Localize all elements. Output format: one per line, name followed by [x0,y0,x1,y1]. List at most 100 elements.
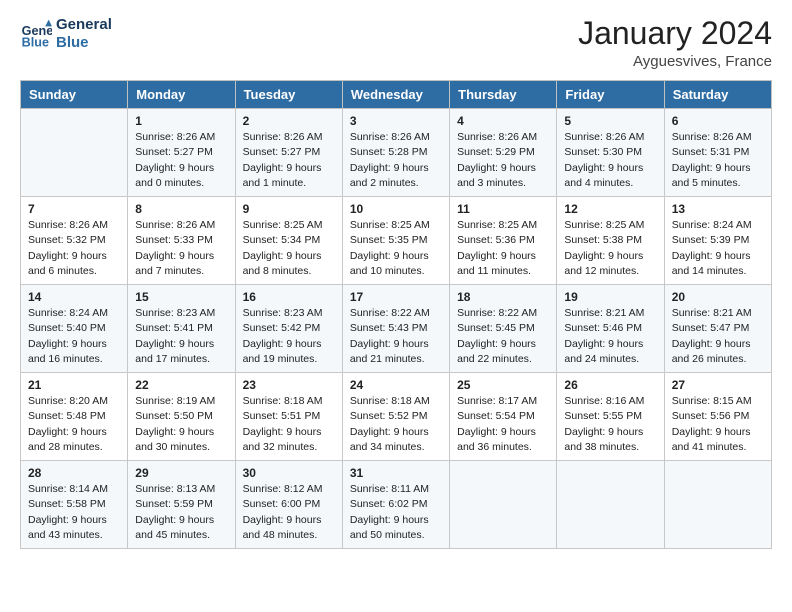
day-number: 23 [243,378,335,392]
svg-text:Blue: Blue [22,36,49,50]
day-number: 4 [457,114,549,128]
calendar-cell [557,461,664,549]
day-number: 26 [564,378,656,392]
day-info: Sunrise: 8:21 AM Sunset: 5:47 PM Dayligh… [672,306,764,367]
day-info: Sunrise: 8:16 AM Sunset: 5:55 PM Dayligh… [564,394,656,455]
calendar-cell: 28 Sunrise: 8:14 AM Sunset: 5:58 PM Dayli… [21,461,128,549]
day-info: Sunrise: 8:26 AM Sunset: 5:33 PM Dayligh… [135,218,227,279]
calendar-cell [664,461,771,549]
day-info: Sunrise: 8:20 AM Sunset: 5:48 PM Dayligh… [28,394,120,455]
day-number: 25 [457,378,549,392]
calendar-cell: 31 Sunrise: 8:11 AM Sunset: 6:02 PM Dayli… [342,461,449,549]
calendar-cell: 8 Sunrise: 8:26 AM Sunset: 5:33 PM Daylig… [128,197,235,285]
day-info: Sunrise: 8:14 AM Sunset: 5:58 PM Dayligh… [28,482,120,543]
day-info: Sunrise: 8:26 AM Sunset: 5:27 PM Dayligh… [135,130,227,191]
day-number: 9 [243,202,335,216]
day-info: Sunrise: 8:21 AM Sunset: 5:46 PM Dayligh… [564,306,656,367]
calendar-cell: 26 Sunrise: 8:16 AM Sunset: 5:55 PM Dayli… [557,373,664,461]
day-info: Sunrise: 8:24 AM Sunset: 5:40 PM Dayligh… [28,306,120,367]
day-info: Sunrise: 8:18 AM Sunset: 5:52 PM Dayligh… [350,394,442,455]
calendar-cell: 27 Sunrise: 8:15 AM Sunset: 5:56 PM Dayli… [664,373,771,461]
day-number: 15 [135,290,227,304]
day-number: 12 [564,202,656,216]
week-row-4: 21 Sunrise: 8:20 AM Sunset: 5:48 PM Dayli… [21,373,772,461]
calendar-cell: 2 Sunrise: 8:26 AM Sunset: 5:27 PM Daylig… [235,109,342,197]
day-info: Sunrise: 8:22 AM Sunset: 5:43 PM Dayligh… [350,306,442,367]
day-info: Sunrise: 8:18 AM Sunset: 5:51 PM Dayligh… [243,394,335,455]
day-info: Sunrise: 8:13 AM Sunset: 5:59 PM Dayligh… [135,482,227,543]
logo: General Blue General Blue [20,16,112,52]
day-info: Sunrise: 8:26 AM Sunset: 5:31 PM Dayligh… [672,130,764,191]
day-number: 18 [457,290,549,304]
day-info: Sunrise: 8:25 AM Sunset: 5:38 PM Dayligh… [564,218,656,279]
calendar-cell: 17 Sunrise: 8:22 AM Sunset: 5:43 PM Dayli… [342,285,449,373]
day-number: 21 [28,378,120,392]
day-number: 22 [135,378,227,392]
day-info: Sunrise: 8:15 AM Sunset: 5:56 PM Dayligh… [672,394,764,455]
calendar-cell: 19Sunrise: 8:21 AM Sunset: 5:46 PM Dayli… [557,285,664,373]
day-number: 7 [28,202,120,216]
day-info: Sunrise: 8:26 AM Sunset: 5:32 PM Dayligh… [28,218,120,279]
week-row-1: 1 Sunrise: 8:26 AM Sunset: 5:27 PM Daylig… [21,109,772,197]
day-header-monday: Monday [128,81,235,109]
day-header-wednesday: Wednesday [342,81,449,109]
day-info: Sunrise: 8:19 AM Sunset: 5:50 PM Dayligh… [135,394,227,455]
week-row-2: 7 Sunrise: 8:26 AM Sunset: 5:32 PM Daylig… [21,197,772,285]
day-number: 24 [350,378,442,392]
logo-blue: Blue [56,34,112,52]
day-number: 27 [672,378,764,392]
day-header-thursday: Thursday [450,81,557,109]
month-title: January 2024 [578,16,772,51]
day-info: Sunrise: 8:12 AM Sunset: 6:00 PM Dayligh… [243,482,335,543]
logo-icon: General Blue [20,18,52,50]
calendar-cell [450,461,557,549]
day-number: 1 [135,114,227,128]
calendar-cell [21,109,128,197]
day-number: 3 [350,114,442,128]
day-info: Sunrise: 8:24 AM Sunset: 5:39 PM Dayligh… [672,218,764,279]
calendar-cell: 23 Sunrise: 8:18 AM Sunset: 5:51 PM Dayli… [235,373,342,461]
calendar-cell: 5Sunrise: 8:26 AM Sunset: 5:30 PM Daylig… [557,109,664,197]
day-header-sunday: Sunday [21,81,128,109]
day-number: 6 [672,114,764,128]
day-number: 2 [243,114,335,128]
day-info: Sunrise: 8:22 AM Sunset: 5:45 PM Dayligh… [457,306,549,367]
calendar-table: SundayMondayTuesdayWednesdayThursdayFrid… [20,80,772,549]
day-number: 14 [28,290,120,304]
day-info: Sunrise: 8:17 AM Sunset: 5:54 PM Dayligh… [457,394,549,455]
calendar-cell: 12 Sunrise: 8:25 AM Sunset: 5:38 PM Dayli… [557,197,664,285]
week-row-5: 28 Sunrise: 8:14 AM Sunset: 5:58 PM Dayli… [21,461,772,549]
day-info: Sunrise: 8:26 AM Sunset: 5:27 PM Dayligh… [243,130,335,191]
calendar-cell: 15 Sunrise: 8:23 AM Sunset: 5:41 PM Dayli… [128,285,235,373]
day-number: 16 [243,290,335,304]
calendar-cell: 1 Sunrise: 8:26 AM Sunset: 5:27 PM Daylig… [128,109,235,197]
day-info: Sunrise: 8:23 AM Sunset: 5:41 PM Dayligh… [135,306,227,367]
day-number: 28 [28,466,120,480]
calendar-cell: 7 Sunrise: 8:26 AM Sunset: 5:32 PM Daylig… [21,197,128,285]
day-number: 10 [350,202,442,216]
day-header-friday: Friday [557,81,664,109]
location: Ayguesvives, France [578,53,772,70]
day-info: Sunrise: 8:23 AM Sunset: 5:42 PM Dayligh… [243,306,335,367]
week-row-3: 14 Sunrise: 8:24 AM Sunset: 5:40 PM Dayli… [21,285,772,373]
day-info: Sunrise: 8:11 AM Sunset: 6:02 PM Dayligh… [350,482,442,543]
logo-general: General [56,16,112,34]
day-header-tuesday: Tuesday [235,81,342,109]
day-number: 13 [672,202,764,216]
day-info: Sunrise: 8:25 AM Sunset: 5:36 PM Dayligh… [457,218,549,279]
day-number: 31 [350,466,442,480]
calendar-cell: 25 Sunrise: 8:17 AM Sunset: 5:54 PM Dayli… [450,373,557,461]
day-number: 8 [135,202,227,216]
day-number: 20 [672,290,764,304]
day-number: 11 [457,202,549,216]
day-number: 17 [350,290,442,304]
calendar-cell: 18 Sunrise: 8:22 AM Sunset: 5:45 PM Dayli… [450,285,557,373]
calendar-cell: 9Sunrise: 8:25 AM Sunset: 5:34 PM Daylig… [235,197,342,285]
calendar-cell: 14 Sunrise: 8:24 AM Sunset: 5:40 PM Dayli… [21,285,128,373]
day-info: Sunrise: 8:26 AM Sunset: 5:29 PM Dayligh… [457,130,549,191]
calendar-header-row: SundayMondayTuesdayWednesdayThursdayFrid… [21,81,772,109]
title-block: January 2024 Ayguesvives, France [578,16,772,70]
day-header-saturday: Saturday [664,81,771,109]
calendar-cell: 10Sunrise: 8:25 AM Sunset: 5:35 PM Dayli… [342,197,449,285]
day-number: 5 [564,114,656,128]
